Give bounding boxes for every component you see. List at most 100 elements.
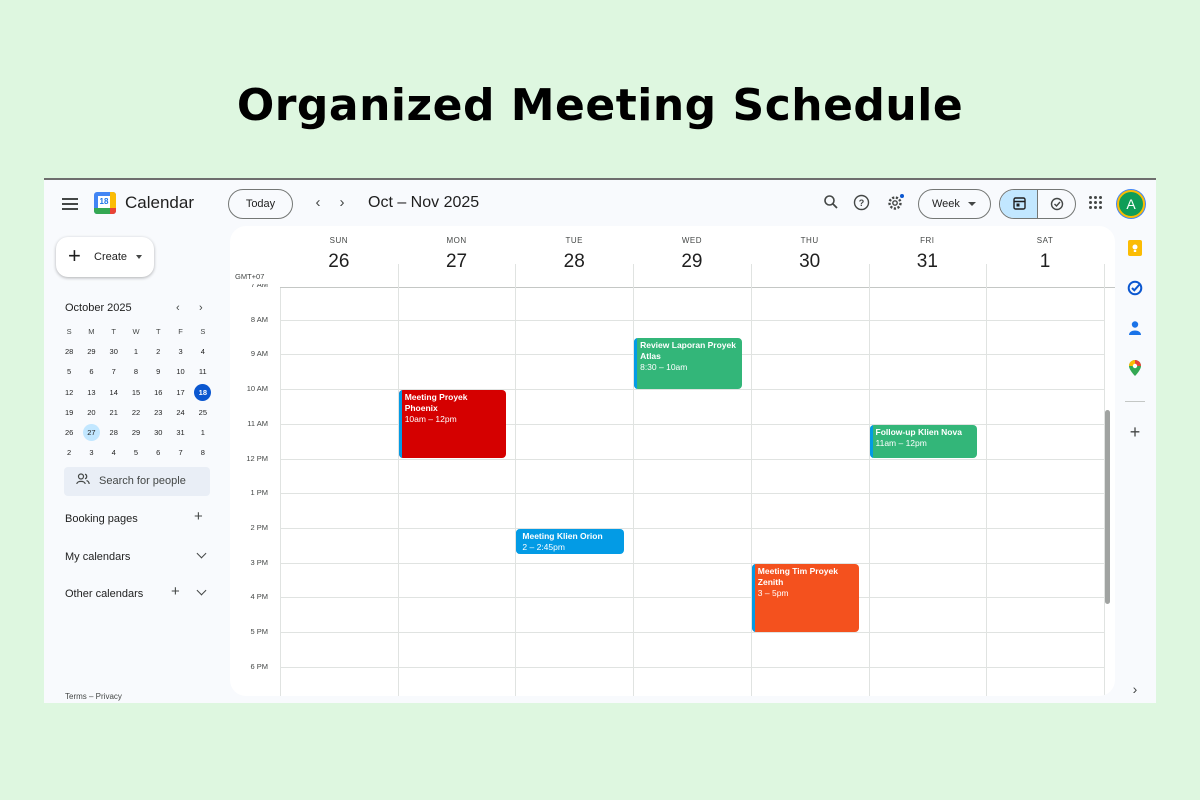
contacts-icon[interactable] [1127, 320, 1143, 336]
help-icon[interactable]: ? [852, 194, 870, 212]
mini-day[interactable]: 28 [58, 342, 80, 362]
my-calendars-label[interactable]: My calendars [65, 551, 130, 563]
keep-icon[interactable] [1127, 240, 1143, 256]
mini-day[interactable]: 16 [147, 383, 169, 403]
app-name[interactable]: Calendar [125, 193, 194, 213]
day-header[interactable]: TUE 28 [515, 226, 633, 288]
maps-icon[interactable] [1127, 360, 1143, 376]
apps-grid-icon[interactable] [1089, 196, 1103, 210]
mini-day[interactable]: 5 [58, 362, 80, 382]
event-time: 3 – 5pm [757, 587, 789, 598]
previous-week-button[interactable]: ‹ [310, 194, 326, 211]
mini-day[interactable]: 24 [169, 403, 191, 423]
mini-day[interactable]: 1 [192, 423, 214, 443]
mini-day[interactable]: 4 [103, 443, 125, 463]
day-date[interactable]: 1 [986, 251, 1104, 273]
next-week-button[interactable]: › [334, 194, 350, 211]
add-addon-plus-icon[interactable]: + [1127, 423, 1143, 441]
mini-day[interactable]: 8 [125, 362, 147, 382]
tasks-view-toggle[interactable] [1038, 190, 1075, 218]
mini-day[interactable]: 29 [125, 423, 147, 443]
day-header[interactable]: FRI 31 [869, 226, 987, 288]
mini-day[interactable]: 4 [192, 342, 214, 362]
day-date[interactable]: 30 [751, 251, 869, 273]
other-calendars-label[interactable]: Other calendars [65, 588, 143, 600]
calendar-logo-icon[interactable]: 18 [94, 192, 116, 214]
mini-day[interactable]: 11 [192, 362, 214, 382]
day-date[interactable]: 29 [633, 251, 751, 273]
mini-day[interactable]: 28 [103, 423, 125, 443]
mini-day-number: 15 [131, 387, 141, 397]
gear-icon[interactable] [886, 194, 904, 212]
day-date[interactable]: 28 [515, 251, 633, 273]
mini-day[interactable]: 30 [103, 342, 125, 362]
day-header[interactable]: SUN 26 [280, 226, 398, 288]
terms-privacy-link[interactable]: Terms – Privacy [65, 692, 122, 701]
mini-day[interactable]: 26 [58, 423, 80, 443]
day-name: TUE [565, 236, 583, 245]
mini-day[interactable]: 20 [80, 403, 102, 423]
mini-day[interactable]: 14 [103, 383, 125, 403]
vertical-scrollbar[interactable] [1105, 410, 1110, 604]
day-date[interactable]: 31 [869, 251, 987, 273]
mini-weekday-header: F [178, 327, 183, 336]
day-header[interactable]: THU 30 [751, 226, 869, 288]
mini-weekday-header: S [66, 327, 72, 336]
mini-day[interactable]: 12 [58, 383, 80, 403]
mini-day[interactable]: 31 [169, 423, 191, 443]
add-booking-page-plus-icon[interactable]: + [194, 508, 203, 525]
day-header[interactable]: MON 27 [398, 226, 516, 288]
view-selector[interactable]: Week [918, 189, 991, 219]
day-header[interactable]: SAT 1 [986, 226, 1104, 288]
mini-day[interactable]: 8 [192, 443, 214, 463]
chevron-down-icon[interactable] [196, 585, 207, 596]
account-avatar[interactable]: A [1117, 190, 1145, 218]
mini-prev-month-button[interactable]: ‹ [176, 302, 180, 314]
create-button[interactable]: + Create [56, 237, 154, 277]
day-date[interactable]: 26 [280, 251, 398, 273]
mini-day[interactable]: 15 [125, 383, 147, 403]
mini-day[interactable]: 10 [169, 362, 191, 382]
mini-next-month-button[interactable]: › [199, 302, 203, 314]
event-block[interactable]: Meeting Proyek Phoenix 10am – 12pm [398, 390, 507, 459]
mini-day[interactable]: 7 [169, 443, 191, 463]
mini-day[interactable]: 6 [147, 443, 169, 463]
booking-pages-label[interactable]: Booking pages [65, 513, 138, 525]
mini-day[interactable]: 17 [169, 383, 191, 403]
chevron-down-icon[interactable] [196, 548, 207, 559]
event-block[interactable]: Follow-up Klien Nova 11am – 12pm [869, 424, 978, 459]
mini-day[interactable]: 7 [103, 362, 125, 382]
hamburger-icon[interactable] [62, 198, 78, 210]
mini-day[interactable]: 2 [58, 443, 80, 463]
mini-day[interactable]: 5 [125, 443, 147, 463]
mini-day[interactable]: 23 [147, 403, 169, 423]
day-date[interactable]: 27 [398, 251, 516, 273]
event-block[interactable]: Meeting Klien Orion 2 – 2:45pm [516, 528, 625, 554]
mini-day[interactable]: 25 [192, 403, 214, 423]
mini-day[interactable]: 29 [80, 342, 102, 362]
event-block[interactable]: Meeting Tim Proyek Zenith 3 – 5pm [751, 563, 860, 632]
calendar-view-toggle[interactable] [1000, 190, 1038, 218]
search-icon[interactable] [822, 194, 840, 212]
mini-day[interactable]: 18 [192, 383, 214, 403]
mini-day[interactable]: 1 [125, 342, 147, 362]
today-button[interactable]: Today [228, 189, 293, 219]
mini-day[interactable]: 6 [80, 362, 102, 382]
mini-day[interactable]: 3 [80, 443, 102, 463]
mini-day[interactable]: 19 [58, 403, 80, 423]
mini-day[interactable]: 30 [147, 423, 169, 443]
mini-day[interactable]: 3 [169, 342, 191, 362]
mini-day[interactable]: 22 [125, 403, 147, 423]
mini-day[interactable]: 13 [80, 383, 102, 403]
mini-day[interactable]: 27 [80, 423, 102, 443]
event-block[interactable]: Review Laporan Proyek Atlas 8:30 – 10am [634, 338, 742, 390]
tasks-icon[interactable] [1127, 280, 1143, 296]
mini-day[interactable]: 2 [147, 342, 169, 362]
mini-day[interactable]: 9 [147, 362, 169, 382]
add-other-calendar-plus-icon[interactable]: + [171, 583, 180, 600]
day-header[interactable]: WED 29 [633, 226, 751, 288]
hour-label: 8 AM [250, 314, 268, 324]
expand-panel-chevron-icon[interactable]: › [1127, 681, 1143, 697]
mini-day[interactable]: 21 [103, 403, 125, 423]
search-people-input[interactable]: Search for people [64, 467, 210, 496]
